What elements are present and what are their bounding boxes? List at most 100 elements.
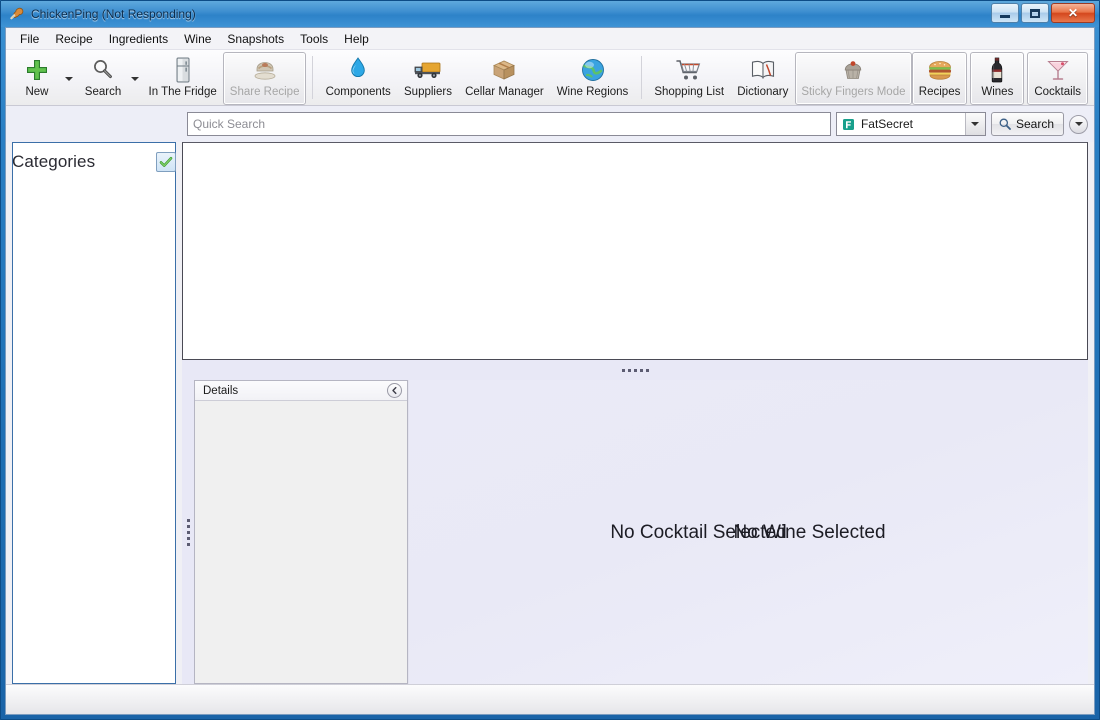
menu-item-help[interactable]: Help <box>336 29 377 49</box>
categories-title: Categories <box>12 152 96 171</box>
toolbar-button-recipes[interactable]: Recipes <box>911 52 968 105</box>
chevron-left-icon <box>392 386 397 395</box>
categories-toggle-button[interactable] <box>156 152 176 172</box>
menu-item-recipe[interactable]: Recipe <box>47 29 100 49</box>
menu-item-wine[interactable]: Wine <box>176 29 219 49</box>
search-options-button[interactable] <box>1069 114 1088 134</box>
minimize-button[interactable] <box>991 3 1019 23</box>
book-icon <box>749 55 777 85</box>
close-icon: ✕ <box>1067 6 1079 20</box>
toolbar-button-sticky-fingers-mode[interactable]: Sticky Fingers Mode <box>795 52 912 105</box>
splitter-grip-icon <box>621 368 649 372</box>
toolbar-label-share-recipe: Share Recipe <box>229 86 300 98</box>
categories-header: Categories <box>12 148 176 176</box>
menu-item-snapshots[interactable]: Snapshots <box>219 29 292 49</box>
maximize-icon <box>1030 8 1040 18</box>
toolbar-label-search: Search <box>84 86 122 98</box>
search-bar: FatSecret Search <box>6 106 1094 142</box>
status-bar <box>6 684 1094 714</box>
details-title: Details <box>203 384 239 397</box>
search-button-label: Search <box>1015 117 1054 131</box>
minimize-icon <box>1000 14 1010 18</box>
wine-placeholder-layer: No Wine Selected <box>470 381 1100 685</box>
chevron-down-icon[interactable] <box>964 113 985 135</box>
water-drop-icon <box>348 55 368 85</box>
search-button[interactable]: Search <box>990 112 1064 136</box>
main-toolbar: New Search In The Fridge Share Recipe Co… <box>6 50 1094 106</box>
toolbar-label-cocktails: Cocktails <box>1034 86 1082 98</box>
cocktail-placeholder-layer: No Cocktail Selected <box>359 381 1038 685</box>
truck-icon <box>413 55 443 85</box>
splitter-grip-icon <box>186 518 190 546</box>
toolbar-search-dropdown[interactable] <box>128 64 142 94</box>
window-title: ChickenPing (Not Responding) <box>31 7 196 21</box>
toolbar-label-cellar-manager: Cellar Manager <box>465 86 544 98</box>
toolbar-new-dropdown[interactable] <box>62 64 76 94</box>
toolbar-button-wine-regions[interactable]: Wine Regions <box>550 52 635 105</box>
toolbar-new-split: New <box>10 52 76 105</box>
wine-bottle-icon <box>989 55 1005 85</box>
toolbar-label-wine-regions: Wine Regions <box>556 86 629 98</box>
categories-panel <box>12 142 182 684</box>
search-input[interactable] <box>187 112 831 136</box>
title-bar[interactable]: ChickenPing (Not Responding) ✕ <box>1 1 1099 27</box>
toolbar-button-cellar-manager[interactable]: Cellar Manager <box>459 52 551 105</box>
no-wine-selected-text: No Wine Selected <box>733 522 886 543</box>
toolbar-label-dictionary: Dictionary <box>737 86 789 98</box>
search-provider-select[interactable]: FatSecret <box>835 112 986 136</box>
chevron-down-icon <box>131 76 139 81</box>
details-panel: Details <box>194 380 408 684</box>
fridge-icon <box>172 55 194 85</box>
toolbar-label-new: New <box>25 86 49 98</box>
toolbar-label-suppliers: Suppliers <box>404 86 452 98</box>
search-provider-label: FatSecret <box>860 117 913 131</box>
fatsecret-icon <box>842 118 855 131</box>
magnifier-icon <box>998 117 1012 131</box>
chicken-drumstick-icon <box>9 6 25 22</box>
chevron-down-icon <box>65 76 73 81</box>
details-header: Details <box>195 381 407 401</box>
toolbar-label-components: Components <box>325 86 391 98</box>
shopping-cart-icon <box>675 55 703 85</box>
lower-pane: Details No Cocktail Selected No Wine Sel… <box>182 380 1088 684</box>
results-list[interactable] <box>182 142 1088 360</box>
menu-item-ingredients[interactable]: Ingredients <box>101 29 176 49</box>
window-controls: ✕ <box>991 3 1095 23</box>
toolbar-button-dictionary[interactable]: Dictionary <box>731 52 795 105</box>
quick-search-wrapper <box>187 112 831 136</box>
share-recipe-icon <box>251 55 279 85</box>
toolbar-button-new[interactable]: New <box>10 52 64 105</box>
application-window: ChickenPing (Not Responding) ✕ File Reci… <box>0 0 1100 720</box>
preview-pane: No Cocktail Selected No Wine Selected <box>408 380 1088 684</box>
toolbar-button-cocktails[interactable]: Cocktails <box>1027 52 1089 105</box>
toolbar-button-search[interactable]: Search <box>76 52 130 105</box>
menu-item-file[interactable]: File <box>12 29 47 49</box>
toolbar-button-shopping-list[interactable]: Shopping List <box>648 52 731 105</box>
toolbar-button-wines[interactable]: Wines <box>970 52 1025 105</box>
menu-item-tools[interactable]: Tools <box>292 29 336 49</box>
maximize-button[interactable] <box>1021 3 1049 23</box>
toolbar-label-sticky-fingers-mode: Sticky Fingers Mode <box>801 86 906 98</box>
details-collapse-button[interactable] <box>387 383 402 398</box>
horizontal-splitter[interactable] <box>182 360 1088 380</box>
toolbar-button-components[interactable]: Components <box>319 52 397 105</box>
toolbar-label-wines: Wines <box>981 86 1014 98</box>
toolbar-button-suppliers[interactable]: Suppliers <box>397 52 458 105</box>
chevron-down-icon <box>1074 122 1083 126</box>
globe-icon <box>580 55 606 85</box>
box-icon <box>491 55 517 85</box>
close-button[interactable]: ✕ <box>1051 3 1095 23</box>
content-area: Details No Cocktail Selected No Wine Sel… <box>6 142 1094 684</box>
main-column: Details No Cocktail Selected No Wine Sel… <box>182 142 1088 684</box>
categories-list[interactable] <box>12 142 176 684</box>
toolbar-button-in-the-fridge[interactable]: In The Fridge <box>142 52 223 105</box>
toolbar-separator <box>640 56 642 99</box>
vertical-splitter[interactable] <box>182 380 194 684</box>
client-area: File Recipe Ingredients Wine Snapshots T… <box>5 27 1095 715</box>
martini-glass-icon <box>1045 55 1071 85</box>
muffin-icon <box>840 55 866 85</box>
plus-icon <box>25 55 49 85</box>
title-bar-left: ChickenPing (Not Responding) <box>1 6 196 22</box>
no-cocktail-selected-text: No Cocktail Selected <box>610 522 787 543</box>
toolbar-button-share-recipe[interactable]: Share Recipe <box>223 52 307 105</box>
